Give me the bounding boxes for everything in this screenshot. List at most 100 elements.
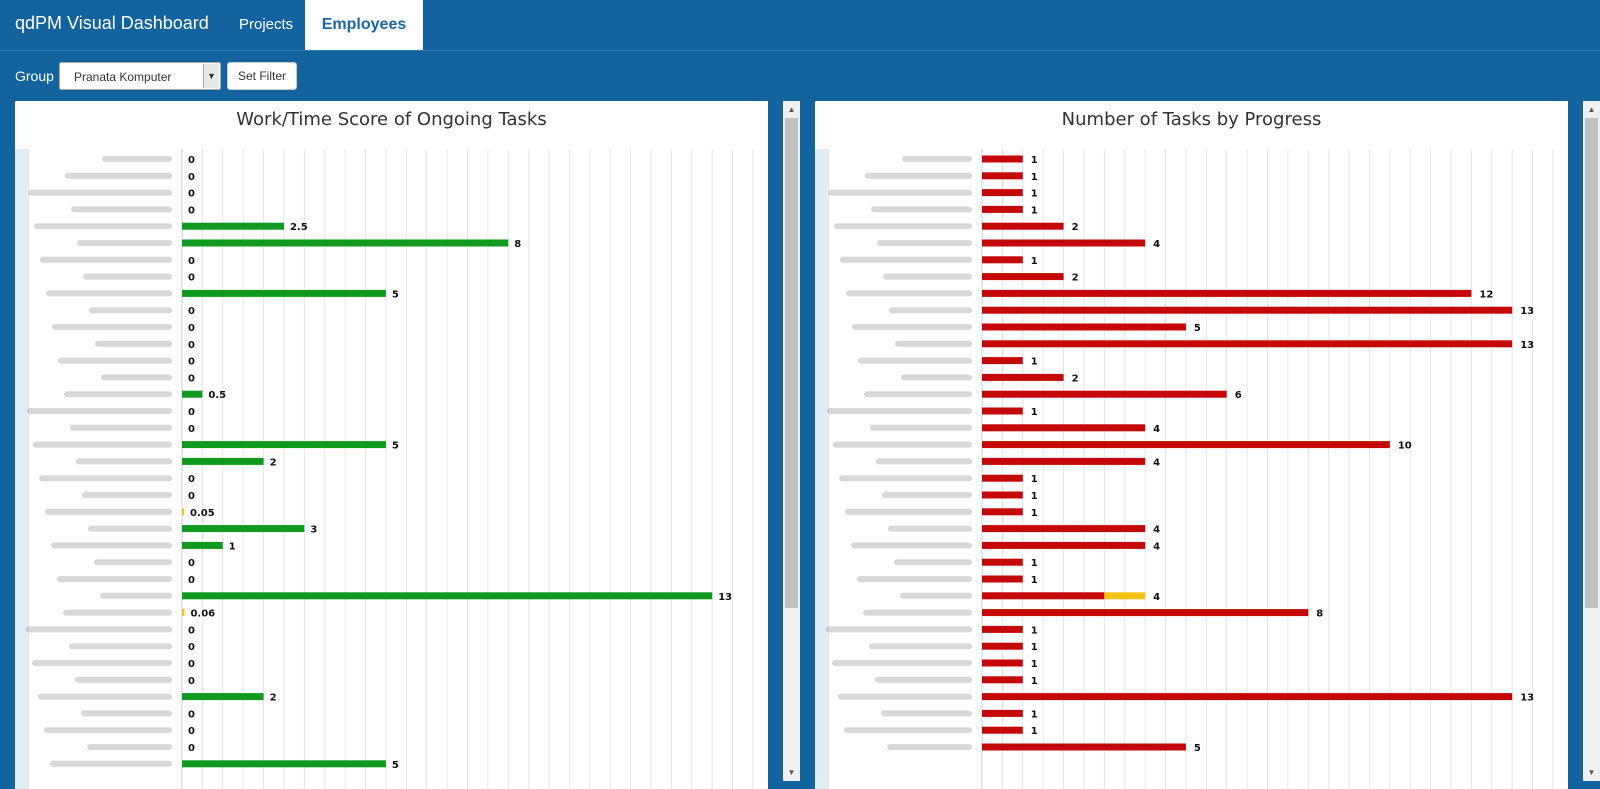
- progress-bar[interactable]: [982, 625, 1023, 633]
- progress-bar[interactable]: [982, 541, 1146, 549]
- score-value-label: 13: [718, 592, 732, 603]
- employee-name-blurred: [864, 391, 972, 398]
- tab-projects[interactable]: Projects: [239, 0, 293, 50]
- score-value-label: 2.5: [290, 222, 308, 233]
- progress-bar[interactable]: [982, 424, 1146, 432]
- score-panel-scrollbar[interactable]: ▲ ▼: [783, 101, 800, 781]
- score-bar[interactable]: [182, 390, 203, 398]
- employee-name-blurred: [95, 340, 172, 347]
- task-count-label: 4: [1153, 592, 1160, 603]
- employee-name-blurred: [882, 492, 972, 498]
- progress-bar[interactable]: [982, 592, 1105, 600]
- score-bar[interactable]: [182, 760, 386, 768]
- score-value-label: 0: [188, 625, 195, 636]
- employee-name-blurred: [89, 307, 172, 314]
- employee-name-blurred: [888, 525, 972, 532]
- score-bar[interactable]: [182, 693, 264, 701]
- score-value-label: 0: [188, 558, 195, 569]
- score-value-label: 2: [270, 457, 277, 468]
- progress-bar[interactable]: [982, 659, 1023, 667]
- score-value-label: 0: [188, 474, 195, 485]
- progress-bar[interactable]: [982, 172, 1023, 180]
- work-time-score-panel: Work/Time Score of Ongoing Tasks 0 0 0 0 2.5…: [15, 101, 768, 789]
- score-value-label: 0: [188, 205, 195, 216]
- score-value-label: 0: [188, 407, 195, 418]
- employee-name-blurred: [838, 693, 972, 700]
- score-bar[interactable]: [182, 222, 284, 230]
- score-value-label: 0: [188, 256, 195, 267]
- score-value-label: 0.06: [190, 609, 215, 620]
- scroll-up-icon[interactable]: ▲: [1583, 101, 1600, 118]
- app-brand[interactable]: qdPM Visual Dashboard: [15, 13, 209, 34]
- scroll-down-icon[interactable]: ▼: [1583, 764, 1600, 781]
- employee-name-blurred: [69, 643, 172, 650]
- score-bar[interactable]: [182, 541, 223, 549]
- progress-bar[interactable]: [982, 693, 1513, 701]
- progress-bar[interactable]: [982, 508, 1023, 516]
- tasks-by-progress-panel: Number of Tasks by Progress 1 1 1 1 2 4 1 2 12 13…: [815, 101, 1568, 789]
- employee-name-blurred: [27, 408, 172, 414]
- top-navbar: qdPM Visual Dashboard Projects Employees: [0, 0, 1600, 51]
- progress-bar[interactable]: [982, 323, 1186, 331]
- progress-bar[interactable]: [982, 273, 1064, 281]
- progress-bar[interactable]: [982, 457, 1146, 465]
- scroll-thumb[interactable]: [785, 118, 798, 608]
- employee-name-blurred: [833, 441, 972, 448]
- score-bar[interactable]: [182, 457, 264, 465]
- employee-name-blurred: [900, 592, 972, 599]
- progress-bar[interactable]: [982, 743, 1186, 751]
- progress-bar[interactable]: [982, 575, 1023, 583]
- score-bar[interactable]: [182, 441, 386, 449]
- employee-name-blurred: [26, 626, 172, 633]
- progress-bar[interactable]: [982, 289, 1472, 297]
- employee-name-blurred: [100, 592, 172, 599]
- progress-bar[interactable]: [982, 357, 1023, 365]
- set-filter-button[interactable]: Set Filter: [227, 62, 297, 90]
- score-bar[interactable]: [182, 525, 305, 533]
- tab-employees[interactable]: Employees: [305, 0, 423, 50]
- score-bar[interactable]: [182, 609, 185, 617]
- progress-bar[interactable]: [982, 525, 1146, 533]
- group-select[interactable]: Pranata Komputer ▼: [59, 62, 221, 90]
- employee-name-blurred: [70, 424, 172, 431]
- progress-bar[interactable]: [982, 441, 1390, 449]
- progress-bar[interactable]: [982, 390, 1227, 398]
- progress-bar[interactable]: [982, 256, 1023, 264]
- employee-name-blurred: [840, 256, 972, 263]
- progress-bar[interactable]: [982, 726, 1023, 734]
- chevron-down-icon[interactable]: ▼: [203, 64, 219, 88]
- progress-partial-bar[interactable]: [1104, 592, 1146, 600]
- task-count-label: 1: [1031, 172, 1038, 183]
- progress-bar[interactable]: [982, 239, 1146, 247]
- scroll-up-icon[interactable]: ▲: [783, 101, 800, 118]
- progress-bar[interactable]: [982, 491, 1023, 499]
- progress-bar[interactable]: [982, 155, 1023, 163]
- progress-bar[interactable]: [982, 676, 1023, 684]
- employee-name-blurred: [44, 727, 172, 734]
- progress-bar[interactable]: [982, 609, 1309, 617]
- progress-bar[interactable]: [982, 474, 1023, 482]
- employee-name-blurred: [88, 525, 172, 532]
- employee-name-blurred: [40, 256, 172, 263]
- scroll-thumb[interactable]: [1585, 118, 1598, 608]
- progress-bar[interactable]: [982, 642, 1023, 650]
- progress-panel-scrollbar[interactable]: ▲ ▼: [1583, 101, 1600, 781]
- task-count-label: 13: [1520, 693, 1534, 704]
- progress-bar[interactable]: [982, 205, 1023, 213]
- progress-bar[interactable]: [982, 222, 1064, 230]
- score-bar[interactable]: [182, 239, 509, 247]
- progress-bar[interactable]: [982, 558, 1023, 566]
- progress-bar[interactable]: [982, 340, 1513, 348]
- employee-name-blurred: [839, 475, 972, 482]
- scroll-down-icon[interactable]: ▼: [783, 764, 800, 781]
- score-bar[interactable]: [182, 289, 386, 297]
- progress-bar[interactable]: [982, 373, 1064, 381]
- score-bar[interactable]: [182, 592, 713, 600]
- progress-bar[interactable]: [982, 407, 1023, 415]
- score-bar[interactable]: [182, 508, 185, 516]
- task-count-label: 1: [1031, 407, 1038, 418]
- progress-bar[interactable]: [982, 306, 1513, 314]
- task-count-label: 12: [1479, 289, 1493, 300]
- progress-bar[interactable]: [982, 189, 1023, 197]
- progress-bar[interactable]: [982, 709, 1023, 717]
